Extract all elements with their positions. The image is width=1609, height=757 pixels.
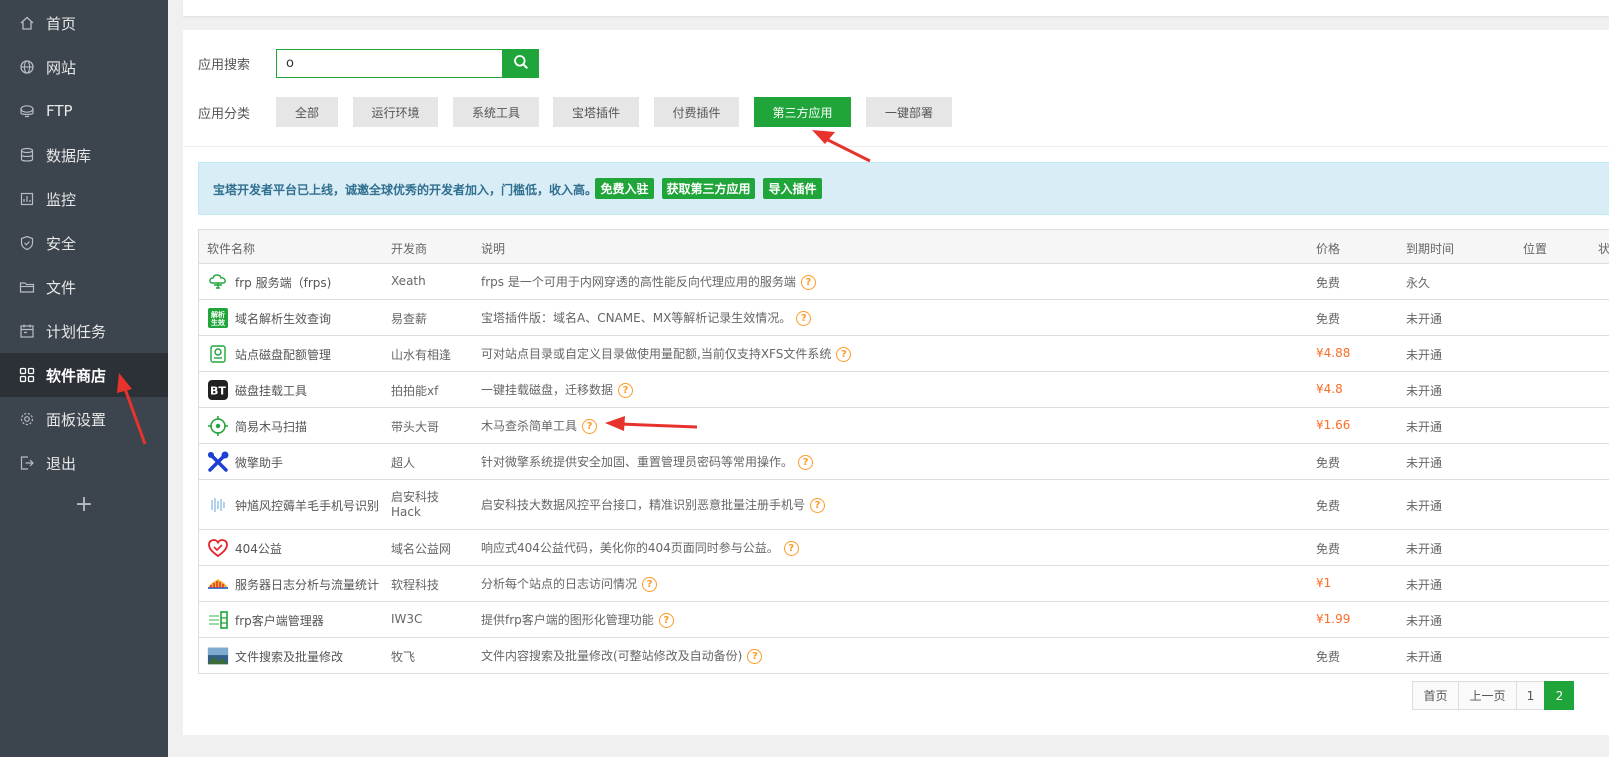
arrow-to-trojan-scan bbox=[605, 416, 698, 431]
arrow-to-third-party bbox=[812, 130, 871, 163]
annotation-arrows bbox=[117, 130, 871, 445]
arrow-to-store bbox=[117, 373, 147, 445]
